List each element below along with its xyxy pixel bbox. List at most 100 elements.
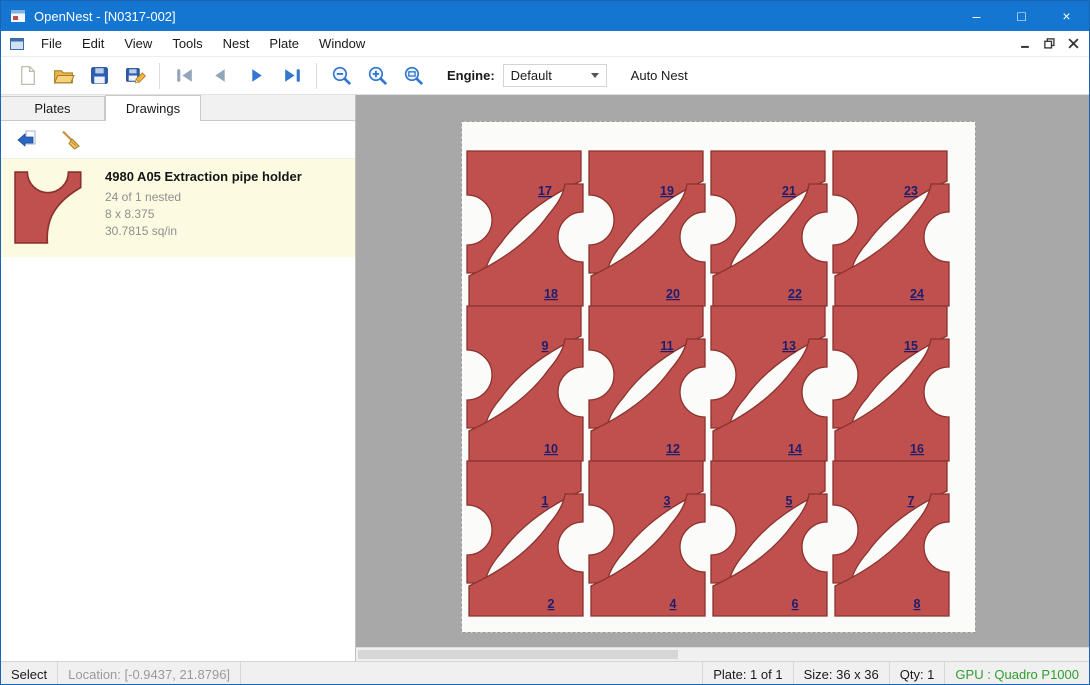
engine-value: Default xyxy=(511,68,591,83)
tabstrip: Plates Drawings xyxy=(1,95,355,121)
part-number: 24 xyxy=(910,287,924,301)
first-plate-button[interactable] xyxy=(166,60,202,92)
mdi-close-icon xyxy=(1068,38,1079,49)
drawing-size: 8 x 8.375 xyxy=(105,206,302,223)
return-arrow-icon xyxy=(15,128,39,152)
zoom-fit-button[interactable] xyxy=(395,60,431,92)
auto-nest-label[interactable]: Auto Nest xyxy=(631,68,688,83)
toolbar-separator xyxy=(316,63,317,89)
part-number: 1 xyxy=(542,494,549,508)
part-number: 14 xyxy=(788,442,802,456)
tab-plates[interactable]: Plates xyxy=(1,96,105,120)
engine-label: Engine: xyxy=(447,68,495,83)
menu-nest[interactable]: Nest xyxy=(213,31,260,57)
part-number: 20 xyxy=(666,287,680,301)
part-number: 2 xyxy=(548,597,555,611)
app-icon xyxy=(10,8,26,24)
titlebar: OpenNest - [N0317-002] – □ × xyxy=(1,1,1089,31)
mdi-restore-icon xyxy=(1044,38,1055,49)
previous-arrow-icon xyxy=(209,64,232,87)
drawings-toolbar xyxy=(1,121,355,159)
part-number: 11 xyxy=(660,339,673,353)
menu-file[interactable]: File xyxy=(31,31,72,57)
hscrollbar-thumb[interactable] xyxy=(358,650,678,659)
zoom-out-button[interactable] xyxy=(323,60,359,92)
last-arrow-icon xyxy=(281,64,304,87)
drawing-title: 4980 A05 Extraction pipe holder xyxy=(105,169,302,184)
part-number: 19 xyxy=(660,184,674,198)
part-number: 21 xyxy=(782,184,796,198)
next-plate-button[interactable] xyxy=(238,60,274,92)
previous-plate-button[interactable] xyxy=(202,60,238,92)
part-number: 22 xyxy=(788,287,802,301)
plate-svg: 171819202122232491011121314151612345678 xyxy=(461,121,976,633)
zoom-fit-icon xyxy=(402,64,425,87)
next-arrow-icon xyxy=(245,64,268,87)
mdi-minimize-button[interactable] xyxy=(1013,34,1037,54)
status-plate: Plate: 1 of 1 xyxy=(702,662,792,685)
part-number: 13 xyxy=(782,339,796,353)
part-number: 17 xyxy=(538,184,552,198)
open-folder-icon xyxy=(52,64,75,87)
part-number: 12 xyxy=(666,442,680,456)
maximize-button[interactable]: □ xyxy=(999,1,1044,31)
status-gpu: GPU : Quadro P1000 xyxy=(944,662,1089,685)
status-size: Size: 36 x 36 xyxy=(793,662,889,685)
window-title: OpenNest - [N0317-002] xyxy=(34,9,176,24)
save-floppy-icon xyxy=(88,64,111,87)
menu-window[interactable]: Window xyxy=(309,31,375,57)
part-number: 9 xyxy=(542,339,549,353)
zoom-out-icon xyxy=(330,64,353,87)
minimize-button[interactable]: – xyxy=(954,1,999,31)
menu-tools[interactable]: Tools xyxy=(162,31,212,57)
first-arrow-icon xyxy=(173,64,196,87)
clear-nest-button[interactable] xyxy=(57,126,85,154)
part-number: 10 xyxy=(544,442,558,456)
save-button[interactable] xyxy=(81,60,117,92)
new-button[interactable] xyxy=(9,60,45,92)
save-edit-icon xyxy=(124,64,147,87)
return-part-button[interactable] xyxy=(13,126,41,154)
menu-view[interactable]: View xyxy=(114,31,162,57)
drawing-list: 4980 A05 Extraction pipe holder 24 of 1 … xyxy=(1,159,355,661)
canvas-hscrollbar[interactable] xyxy=(356,647,1089,661)
drawing-nested-count: 24 of 1 nested xyxy=(105,189,302,206)
tab-drawings[interactable]: Drawings xyxy=(105,95,201,121)
part-number: 15 xyxy=(904,339,918,353)
mdi-close-button[interactable] xyxy=(1061,34,1085,54)
statusbar: Select Location: [-0.9437, 21.8796] Plat… xyxy=(1,661,1089,685)
status-qty: Qty: 1 xyxy=(889,662,945,685)
save-as-button[interactable] xyxy=(117,60,153,92)
mdi-minimize-icon xyxy=(1020,38,1031,49)
close-button[interactable]: × xyxy=(1044,1,1089,31)
open-button[interactable] xyxy=(45,60,81,92)
part-thumbnail xyxy=(13,167,91,247)
last-plate-button[interactable] xyxy=(274,60,310,92)
status-mode: Select xyxy=(1,662,58,685)
part-number: 7 xyxy=(908,494,915,508)
part-number: 6 xyxy=(792,597,799,611)
app-window: OpenNest - [N0317-002] – □ × File Edit V… xyxy=(0,0,1090,685)
toolbar: Engine: Default Auto Nest xyxy=(1,57,1089,95)
zoom-in-button[interactable] xyxy=(359,60,395,92)
part-number: 8 xyxy=(914,597,921,611)
menu-plate[interactable]: Plate xyxy=(259,31,309,57)
part-number: 23 xyxy=(904,184,918,198)
toolbar-separator xyxy=(159,63,160,89)
new-document-icon xyxy=(16,64,39,87)
engine-select[interactable]: Default xyxy=(503,64,607,87)
menu-edit[interactable]: Edit xyxy=(72,31,114,57)
part-number: 18 xyxy=(544,287,558,301)
mdi-restore-button[interactable] xyxy=(1037,34,1061,54)
part-number: 5 xyxy=(786,494,793,508)
status-location: Location: [-0.9437, 21.8796] xyxy=(58,662,241,685)
chevron-down-icon xyxy=(591,73,599,78)
part-number: 4 xyxy=(670,597,677,611)
part-number: 16 xyxy=(910,442,924,456)
nest-canvas[interactable]: 171819202122232491011121314151612345678 xyxy=(356,95,1089,661)
drawing-area: 30.7815 sq/in xyxy=(105,223,302,240)
document-window-icon xyxy=(9,36,25,52)
menubar: File Edit View Tools Nest Plate Window xyxy=(1,31,1089,57)
drawing-list-item[interactable]: 4980 A05 Extraction pipe holder 24 of 1 … xyxy=(1,159,355,257)
broom-icon xyxy=(59,128,83,152)
